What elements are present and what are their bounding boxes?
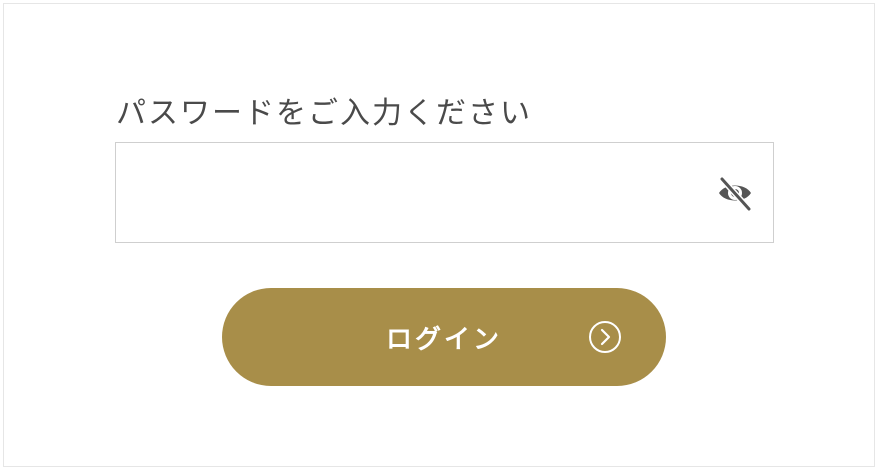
password-field-container xyxy=(115,142,774,243)
eye-off-icon xyxy=(719,176,752,212)
circle-chevron-right-icon xyxy=(589,321,621,353)
password-label: パスワードをご入力ください xyxy=(116,96,532,131)
toggle-password-visibility-button[interactable] xyxy=(715,173,755,213)
login-button[interactable]: ログイン xyxy=(222,288,666,386)
password-input[interactable] xyxy=(116,143,696,242)
